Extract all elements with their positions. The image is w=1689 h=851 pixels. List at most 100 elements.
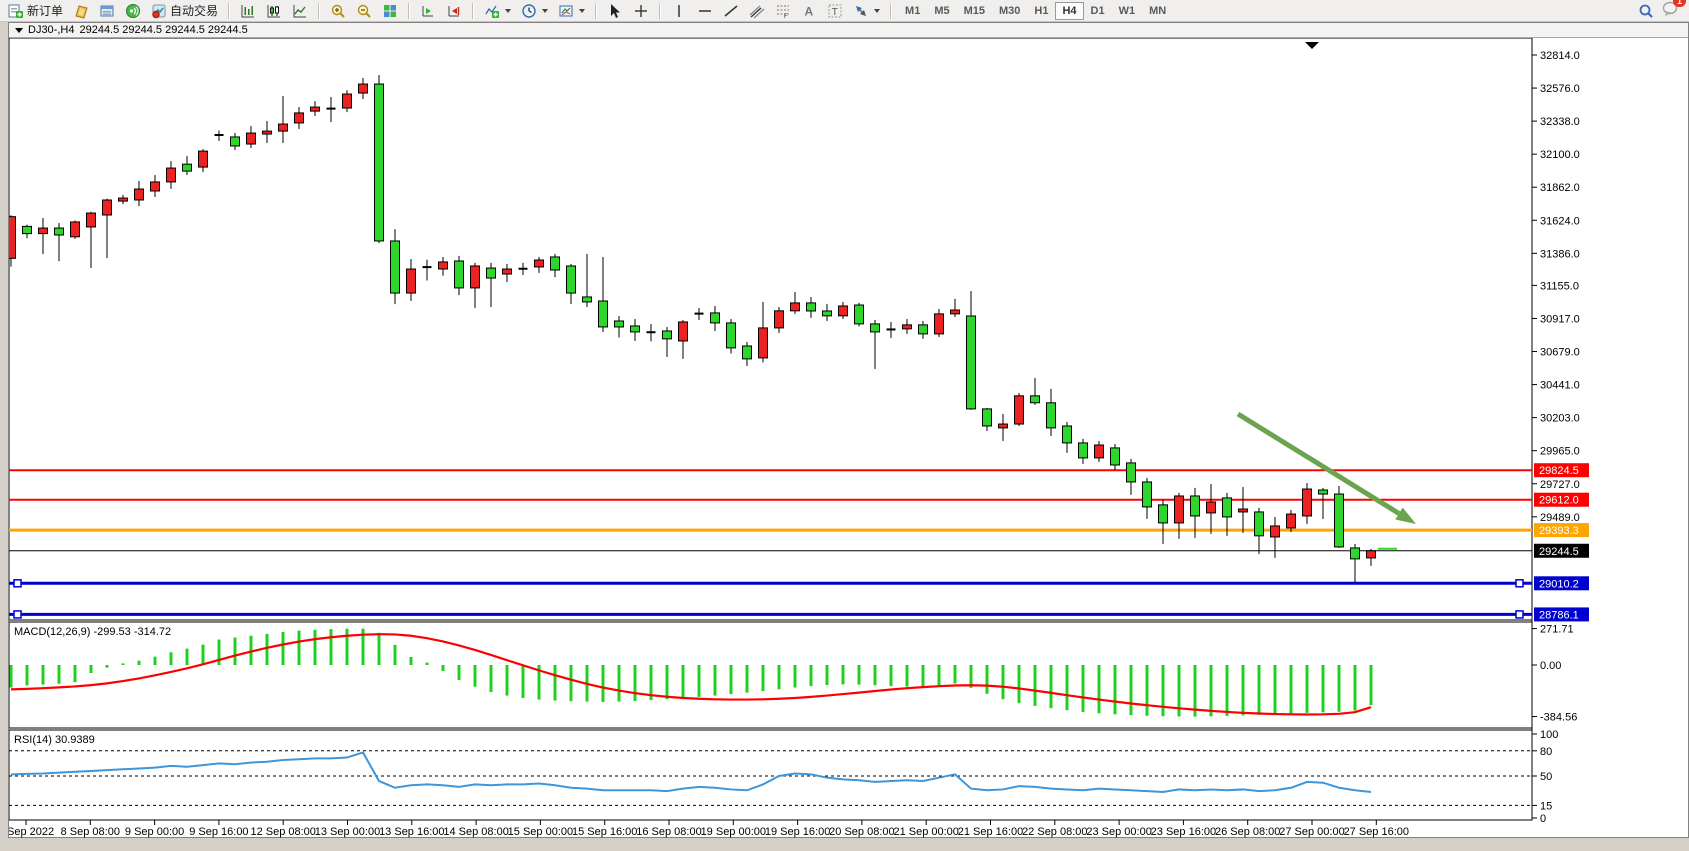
line-handle[interactable]	[1516, 611, 1523, 618]
candlestick-chart-icon	[266, 3, 282, 19]
candle-body	[23, 226, 32, 233]
indicators-button[interactable]	[480, 0, 515, 22]
candle-body	[1143, 482, 1152, 507]
time-tick-label: 9 Sep 00:00	[125, 826, 184, 838]
price-tick-label: 29727.0	[1540, 479, 1580, 491]
rsi-tick-label: 50	[1540, 771, 1552, 783]
candlestick-chart-button[interactable]	[262, 0, 286, 22]
price-tick-label: 30203.0	[1540, 413, 1580, 425]
time-tick-label: 23 Sep 16:00	[1151, 826, 1216, 838]
chart-title-bar[interactable]: DJ30-,H4 29244.5 29244.5 29244.5 29244.5	[9, 23, 1688, 38]
price-tick-label: 32576.0	[1540, 83, 1580, 95]
time-tick-label: 20 Sep 08:00	[829, 826, 894, 838]
profiles-button[interactable]	[69, 0, 93, 22]
candle-body	[263, 131, 272, 134]
tab-h1[interactable]: H1	[1027, 2, 1055, 20]
crosshair-icon	[633, 3, 649, 19]
cursor-button[interactable]	[603, 0, 627, 22]
tab-h4[interactable]: H4	[1055, 2, 1083, 20]
price-tick-label: 31862.0	[1540, 182, 1580, 194]
toolbar-separator	[595, 3, 597, 19]
toolbar-separator	[318, 3, 320, 19]
time-tick-label: 21 Sep 16:00	[958, 826, 1023, 838]
candle-body	[759, 328, 768, 358]
tab-w1[interactable]: W1	[1112, 2, 1143, 20]
bar-chart-button[interactable]	[236, 0, 260, 22]
tab-m1[interactable]: M1	[898, 2, 927, 20]
price-tick-label: 29489.0	[1540, 512, 1580, 524]
text-button[interactable]: A	[797, 0, 821, 22]
periods-button[interactable]	[517, 0, 552, 22]
line-handle[interactable]	[14, 611, 21, 618]
chart-shift-button[interactable]	[442, 0, 466, 22]
time-tick-label: 19 Sep 16:00	[765, 826, 830, 838]
candle-body	[487, 268, 496, 278]
auto-trading-label: 自动交易	[170, 2, 218, 19]
time-tick-label: 27 Sep 00:00	[1279, 826, 1344, 838]
svg-text:A: A	[805, 4, 814, 18]
templates-button[interactable]	[554, 0, 589, 22]
candle-body	[727, 323, 736, 348]
crosshair-button[interactable]	[629, 0, 653, 22]
auto-scroll-button[interactable]	[416, 0, 440, 22]
rsi-panel[interactable]	[9, 730, 1532, 820]
line-handle[interactable]	[1516, 580, 1523, 587]
toolbar-separator	[228, 3, 230, 19]
candle-body	[791, 303, 800, 311]
line-handle[interactable]	[14, 580, 21, 587]
tile-windows-button[interactable]	[378, 0, 402, 22]
rsi-tick-label: 0	[1540, 813, 1546, 825]
candle-body	[279, 124, 288, 131]
main-chart-panel[interactable]	[9, 38, 1532, 620]
candle-body	[135, 189, 144, 200]
horizontal-line-button[interactable]	[693, 0, 717, 22]
tile-windows-icon	[382, 3, 398, 19]
zoom-in-button[interactable]	[326, 0, 350, 22]
mt4-window: { "toolbar":{ "new_order_label":"新订单", "…	[0, 0, 1689, 851]
trendline-icon	[723, 3, 739, 19]
arrows-button[interactable]	[849, 0, 884, 22]
candle-body	[631, 326, 640, 332]
time-tick-label: 12 Sep 08:00	[250, 826, 315, 838]
price-badge-label: 29824.5	[1539, 465, 1579, 477]
new-order-button[interactable]: 新订单	[4, 0, 67, 22]
text-label-button[interactable]: T	[823, 0, 847, 22]
chart-canvas[interactable]: 32814.032576.032338.032100.031862.031624…	[9, 38, 1688, 838]
tab-d1[interactable]: D1	[1084, 2, 1112, 20]
tab-m30[interactable]: M30	[992, 2, 1027, 20]
cursor-icon	[607, 3, 623, 19]
candle-body	[247, 133, 256, 144]
macd-panel[interactable]	[9, 622, 1532, 728]
candle-body	[167, 168, 176, 182]
search-icon[interactable]	[1638, 3, 1654, 19]
tab-m15[interactable]: M15	[957, 2, 992, 20]
alerts-button[interactable]	[121, 0, 145, 22]
vertical-line-button[interactable]	[667, 0, 691, 22]
horizontal-line-icon	[697, 3, 713, 19]
tab-m5[interactable]: M5	[927, 2, 956, 20]
tab-mn[interactable]: MN	[1142, 2, 1173, 20]
chart-shift-icon	[446, 3, 462, 19]
chevron-down-icon	[505, 9, 511, 13]
time-tick-label: 13 Sep 00:00	[315, 826, 380, 838]
price-tick-label: 29965.0	[1540, 446, 1580, 458]
candle-body	[903, 325, 912, 329]
fibonacci-button[interactable]: F	[771, 0, 795, 22]
time-tick-label: 21 Sep 00:00	[893, 826, 958, 838]
time-tick-label: 15 Sep 00:00	[508, 826, 573, 838]
chevron-down-icon[interactable]	[15, 28, 23, 33]
notification-badge: 1	[1673, 0, 1686, 7]
fibonacci-icon: F	[775, 3, 791, 19]
auto-trading-button[interactable]: 自动交易	[147, 0, 222, 22]
candle-body	[151, 182, 160, 191]
candle-body	[1191, 496, 1200, 516]
macd-tick-label: 0.00	[1540, 660, 1561, 672]
candle-body	[1111, 448, 1120, 465]
line-chart-button[interactable]	[288, 0, 312, 22]
notifications-button[interactable]: 1	[1662, 0, 1679, 21]
price-tick-label: 32814.0	[1540, 50, 1580, 62]
market-watch-button[interactable]	[95, 0, 119, 22]
trendline-button[interactable]	[719, 0, 743, 22]
channel-button[interactable]	[745, 0, 769, 22]
zoom-out-button[interactable]	[352, 0, 376, 22]
